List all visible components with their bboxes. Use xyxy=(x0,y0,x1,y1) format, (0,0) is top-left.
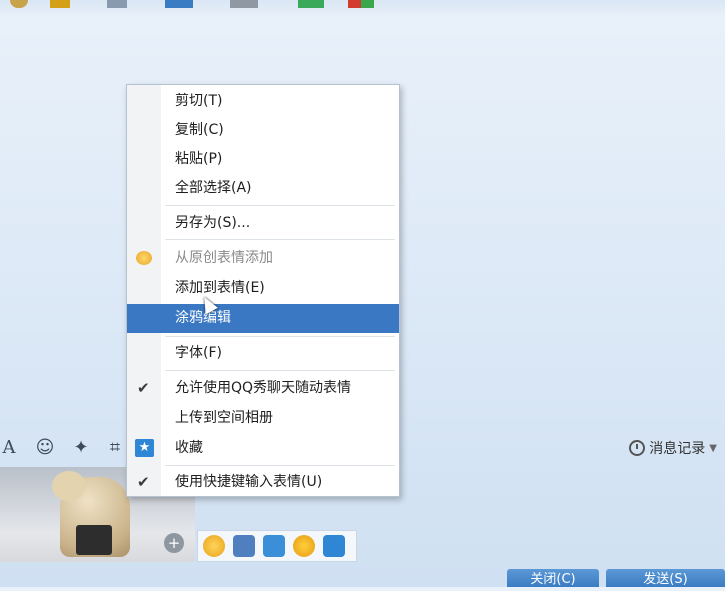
menu-item-upload-album[interactable]: 上传到空间相册 xyxy=(127,404,399,432)
menu-item-label: 粘贴(P) xyxy=(175,151,223,167)
top-icon-3[interactable] xyxy=(107,0,127,8)
chevron-down-icon: ▼ xyxy=(709,442,717,454)
message-history-button[interactable]: 消息记录 ▼ xyxy=(629,436,717,460)
menu-separator xyxy=(165,370,395,371)
top-icon-6[interactable] xyxy=(298,0,324,8)
menu-item-label: 上传到空间相册 xyxy=(175,410,273,426)
menu-item-add-to-emoji[interactable]: 添加到表情(E) xyxy=(127,274,399,302)
send-button[interactable]: 发送(S) xyxy=(606,569,725,587)
top-icon-4[interactable] xyxy=(165,0,193,8)
menu-item-shortcut-emoji[interactable]: ✔ 使用快捷键输入表情(U) xyxy=(127,468,399,496)
check-icon: ✔ xyxy=(137,379,150,397)
emoji-original-icon xyxy=(136,251,152,265)
menu-item-font[interactable]: 字体(F) xyxy=(127,339,399,367)
menu-separator xyxy=(165,465,395,466)
menu-item-copy[interactable]: 复制(C) xyxy=(127,116,399,144)
close-button[interactable]: 关闭(C) xyxy=(507,569,599,587)
menu-item-label: 允许使用QQ秀聊天随动表情 xyxy=(175,380,352,396)
menu-item-doodle-edit[interactable]: 涂鸦编辑 xyxy=(127,304,399,333)
dog-bag xyxy=(76,525,112,555)
image-action-bar xyxy=(197,530,357,562)
save-icon[interactable] xyxy=(233,535,255,557)
top-toolbar xyxy=(0,0,725,16)
top-icon-1[interactable] xyxy=(10,0,28,8)
font-icon[interactable]: A xyxy=(0,437,20,459)
magic-wand-icon[interactable]: ✦ xyxy=(70,437,92,459)
screen-icon[interactable] xyxy=(263,535,285,557)
menu-item-label: 剪切(T) xyxy=(175,93,223,109)
menu-separator xyxy=(165,239,395,240)
clock-icon xyxy=(629,440,646,456)
check-icon: ✔ xyxy=(137,473,150,491)
menu-item-save-as[interactable]: 另存为(S)... xyxy=(127,209,399,237)
menu-item-select-all[interactable]: 全部选择(A) xyxy=(127,174,399,202)
emoji-icon[interactable]: ☺ xyxy=(34,437,56,459)
menu-item-cut[interactable]: 剪切(T) xyxy=(127,87,399,115)
menu-separator xyxy=(165,336,395,337)
top-icon-7[interactable] xyxy=(348,0,374,8)
menu-item-label: 收藏 xyxy=(175,440,203,456)
screenshot-icon[interactable]: ⌗ xyxy=(104,437,126,459)
favorite-star-icon: ★ xyxy=(135,439,154,457)
menu-item-label: 另存为(S)... xyxy=(175,215,251,231)
message-history-label: 消息记录 xyxy=(649,441,706,457)
menu-item-label: 全部选择(A) xyxy=(175,180,252,196)
context-menu: 剪切(T) 复制(C) 粘贴(P) 全部选择(A) 另存为(S)... 从原创表… xyxy=(126,84,400,497)
top-icon-5[interactable] xyxy=(230,0,258,8)
menu-item-label: 使用快捷键输入表情(U) xyxy=(175,474,323,490)
menu-item-label: 复制(C) xyxy=(175,122,224,138)
doodle-icon[interactable] xyxy=(293,535,315,557)
menu-item-paste[interactable]: 粘贴(P) xyxy=(127,145,399,173)
menu-item-label: 从原创表情添加 xyxy=(175,250,273,266)
top-icon-2[interactable] xyxy=(50,0,70,8)
menu-item-add-from-original[interactable]: 从原创表情添加 xyxy=(127,244,399,272)
add-emoji-icon[interactable] xyxy=(203,535,225,557)
menu-separator xyxy=(165,205,395,206)
menu-item-label: 添加到表情(E) xyxy=(175,280,265,296)
menu-item-label: 字体(F) xyxy=(175,345,222,361)
zoom-icon[interactable]: + xyxy=(164,533,184,553)
menu-item-favorite[interactable]: ★ 收藏 xyxy=(127,434,399,462)
favorite-icon[interactable] xyxy=(323,535,345,557)
menu-item-allow-qq-show[interactable]: ✔ 允许使用QQ秀聊天随动表情 xyxy=(127,374,399,402)
dog-head xyxy=(52,471,86,501)
